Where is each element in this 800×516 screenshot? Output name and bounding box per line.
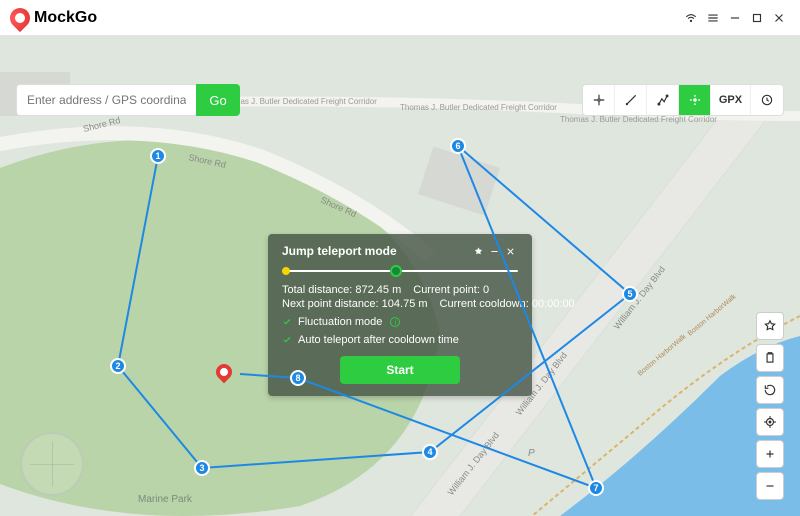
center-button[interactable] xyxy=(756,408,784,436)
svg-text:Thomas J. Butler Dedicated Fre: Thomas J. Butler Dedicated Freight Corri… xyxy=(220,97,377,106)
reset-button[interactable] xyxy=(756,376,784,404)
app-name: MockGo xyxy=(34,9,97,27)
waypoint-2[interactable]: 2 xyxy=(110,358,126,374)
zoom-out-button[interactable] xyxy=(756,472,784,500)
clipboard-button[interactable] xyxy=(756,344,784,372)
maximize-icon[interactable] xyxy=(746,11,768,25)
mode-jump-teleport[interactable] xyxy=(679,85,711,115)
mode-toolbar: GPX xyxy=(582,84,784,116)
mode-one-stop[interactable] xyxy=(615,85,647,115)
auto-teleport-checkbox[interactable]: Auto teleport after cooldown time xyxy=(282,334,518,346)
zoom-in-button[interactable] xyxy=(756,440,784,468)
menu-icon[interactable] xyxy=(702,11,724,25)
svg-text:Boston HarborWalk: Boston HarborWalk xyxy=(637,333,688,378)
minimize-icon[interactable] xyxy=(724,11,746,25)
start-button[interactable]: Start xyxy=(340,356,460,384)
close-icon[interactable] xyxy=(768,11,790,25)
info-icon[interactable]: i xyxy=(390,317,400,327)
logo-pin-icon xyxy=(6,3,34,31)
waypoint-8[interactable]: 8 xyxy=(290,370,306,386)
favorite-button[interactable] xyxy=(756,312,784,340)
panel-favorite-icon[interactable] xyxy=(470,246,486,257)
mode-gpx[interactable]: GPX xyxy=(711,85,751,115)
cooldown-slider[interactable] xyxy=(282,264,518,278)
panel-minimize-icon[interactable] xyxy=(486,246,502,257)
cooldown-label: Current cooldown: 00:00:00 xyxy=(440,298,575,310)
waypoint-7[interactable]: 7 xyxy=(588,480,604,496)
svg-text:Thomas J. Butler Dedicated Fre: Thomas J. Butler Dedicated Freight Corri… xyxy=(400,103,557,112)
search-bar: Go xyxy=(16,84,240,116)
panel-title: Jump teleport mode xyxy=(282,244,470,258)
compass-widget[interactable] xyxy=(20,432,84,496)
mode-history[interactable] xyxy=(751,85,783,115)
wifi-icon[interactable] xyxy=(680,11,702,25)
jump-teleport-panel: Jump teleport mode Total distance: 872.4… xyxy=(268,234,532,396)
go-button[interactable]: Go xyxy=(196,84,240,116)
title-bar: MockGo xyxy=(0,0,800,36)
fluctuation-checkbox[interactable]: Fluctuation mode i xyxy=(282,316,518,328)
current-location-pin xyxy=(216,364,232,380)
svg-text:P: P xyxy=(528,448,535,459)
svg-text:Thomas J. Butler Dedicated Fre: Thomas J. Butler Dedicated Freight Corri… xyxy=(560,115,717,124)
next-point-label: Next point distance: 104.75 m xyxy=(282,298,428,310)
mode-multi-stop[interactable] xyxy=(647,85,679,115)
waypoint-1[interactable]: 1 xyxy=(150,148,166,164)
mode-teleport[interactable] xyxy=(583,85,615,115)
map-side-controls xyxy=(756,312,784,500)
waypoint-4[interactable]: 4 xyxy=(422,444,438,460)
panel-close-icon[interactable] xyxy=(502,246,518,257)
app-logo: MockGo xyxy=(10,8,97,28)
current-point-label: Current point: 0 xyxy=(413,284,518,296)
waypoint-6[interactable]: 6 xyxy=(450,138,466,154)
svg-text:Boston HarborWalk: Boston HarborWalk xyxy=(687,293,738,338)
map-canvas[interactable]: Shore Rd Shore Rd Shore Rd Thomas J. But… xyxy=(0,36,800,516)
search-input[interactable] xyxy=(16,84,196,116)
total-distance-label: Total distance: 872.45 m xyxy=(282,284,401,296)
waypoint-5[interactable]: 5 xyxy=(622,286,638,302)
waypoint-3[interactable]: 3 xyxy=(194,460,210,476)
park-label: Marine Park xyxy=(138,494,192,505)
